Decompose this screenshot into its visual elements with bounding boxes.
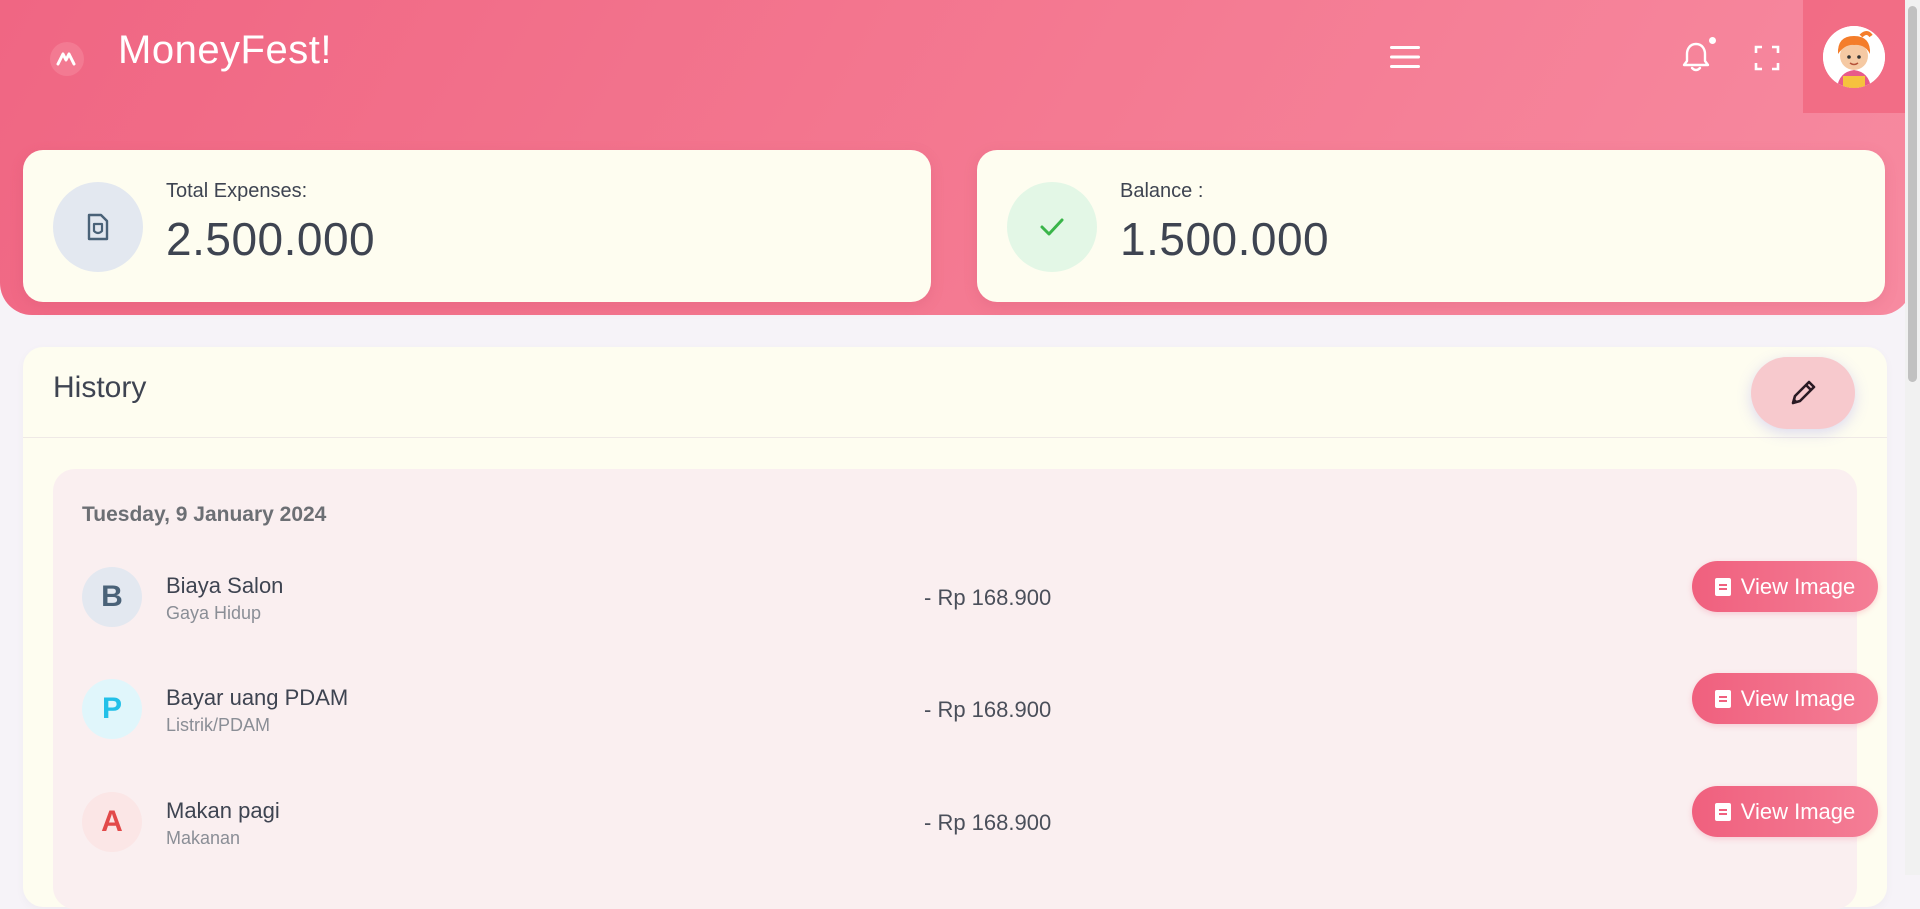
view-image-label: View Image (1740, 573, 1856, 599)
transaction-category: Listrik/PDAM (166, 715, 271, 735)
user-avatar[interactable] (1823, 25, 1885, 88)
transaction-category: Gaya Hidup (166, 603, 262, 623)
logo[interactable] (50, 42, 84, 76)
balance-value: 1.500.000 (1120, 213, 1330, 265)
view-image-label: View Image (1740, 685, 1856, 711)
view-image-button[interactable]: View Image (1692, 673, 1878, 724)
transaction-amount: - Rp 168.900 (924, 810, 1052, 835)
transaction-row: A Makan pagi Makanan - Rp 168.900 View I… (82, 786, 1878, 872)
receipt-icon (53, 182, 143, 272)
bell-icon[interactable] (1680, 40, 1712, 74)
fullscreen-icon[interactable] (1753, 44, 1781, 72)
transaction-amount: - Rp 168.900 (924, 585, 1052, 610)
notification-dot (1709, 37, 1716, 44)
transaction-name: Biaya Salon (166, 573, 284, 598)
transaction-row: B Biaya Salon Gaya Hidup - Rp 168.900 Vi… (82, 561, 1878, 647)
document-icon (1714, 802, 1731, 821)
pencil-icon (1791, 380, 1816, 405)
transaction-amount: - Rp 168.900 (924, 697, 1052, 722)
hamburger-menu-icon[interactable] (1388, 40, 1422, 74)
view-image-button[interactable]: View Image (1692, 786, 1878, 837)
history-header: History (23, 347, 1887, 438)
document-icon (1714, 577, 1731, 596)
total-expenses-value: 2.500.000 (166, 213, 376, 265)
transaction-name: Bayar uang PDAM (166, 685, 349, 710)
app-title: MoneyFest! (118, 28, 332, 72)
check-icon (1007, 182, 1097, 272)
view-image-label: View Image (1740, 798, 1856, 824)
document-icon (1714, 689, 1731, 708)
transaction-row: P Bayar uang PDAM Listrik/PDAM - Rp 168.… (82, 673, 1878, 759)
history-card: History Tuesday, 9 January 2024 B Biaya … (23, 347, 1887, 909)
logo-icon (56, 52, 76, 66)
view-image-button[interactable]: View Image (1692, 561, 1878, 612)
scrollbar-thumb[interactable] (1908, 6, 1917, 382)
balance-card: Balance : 1.500.000 (977, 150, 1885, 302)
transaction-initial: A (82, 792, 142, 852)
edit-button[interactable] (1751, 357, 1855, 429)
transaction-initial: B (82, 567, 142, 627)
total-expenses-label: Total Expenses: (166, 180, 308, 202)
total-expenses-card: Total Expenses: 2.500.000 (23, 150, 931, 302)
day-group: Tuesday, 9 January 2024 B Biaya Salon Ga… (53, 469, 1878, 909)
balance-label: Balance : (1120, 180, 1204, 202)
history-title: History (53, 371, 147, 404)
transaction-category: Makanan (166, 828, 241, 848)
transaction-name: Makan pagi (166, 798, 280, 823)
avatar-container (1803, 0, 1905, 113)
transaction-initial: P (82, 679, 142, 739)
day-title: Tuesday, 9 January 2024 (82, 503, 327, 526)
page-scrollbar[interactable] (1905, 0, 1920, 875)
